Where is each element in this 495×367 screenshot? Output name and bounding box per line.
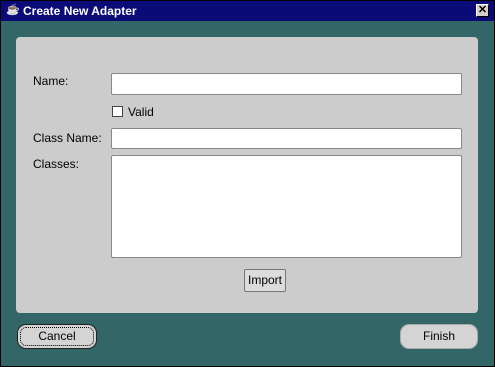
close-icon: ✕ [477, 4, 488, 16]
import-button[interactable]: Import [244, 269, 286, 292]
class-name-label: Class Name: [33, 131, 102, 145]
cancel-button[interactable]: Cancel [17, 324, 97, 349]
finish-button[interactable]: Finish [400, 324, 478, 349]
name-input[interactable] [111, 73, 462, 95]
window-title: Create New Adapter [23, 4, 137, 18]
valid-label: Valid [128, 105, 154, 119]
class-name-input[interactable] [111, 128, 462, 149]
valid-checkbox[interactable] [112, 106, 123, 117]
classes-label: Classes: [33, 157, 80, 171]
close-button[interactable]: ✕ [476, 4, 489, 17]
java-cup-icon: ☕ [6, 4, 20, 16]
classes-list[interactable] [111, 155, 462, 258]
create-new-adapter-dialog: ☕ Create New Adapter ✕ Name: Valid Class… [0, 0, 495, 367]
title-bar[interactable]: ☕ Create New Adapter ✕ [1, 1, 494, 21]
name-label: Name: [33, 74, 69, 88]
form-panel: Name: Valid Class Name: Classes: Import [16, 37, 478, 313]
